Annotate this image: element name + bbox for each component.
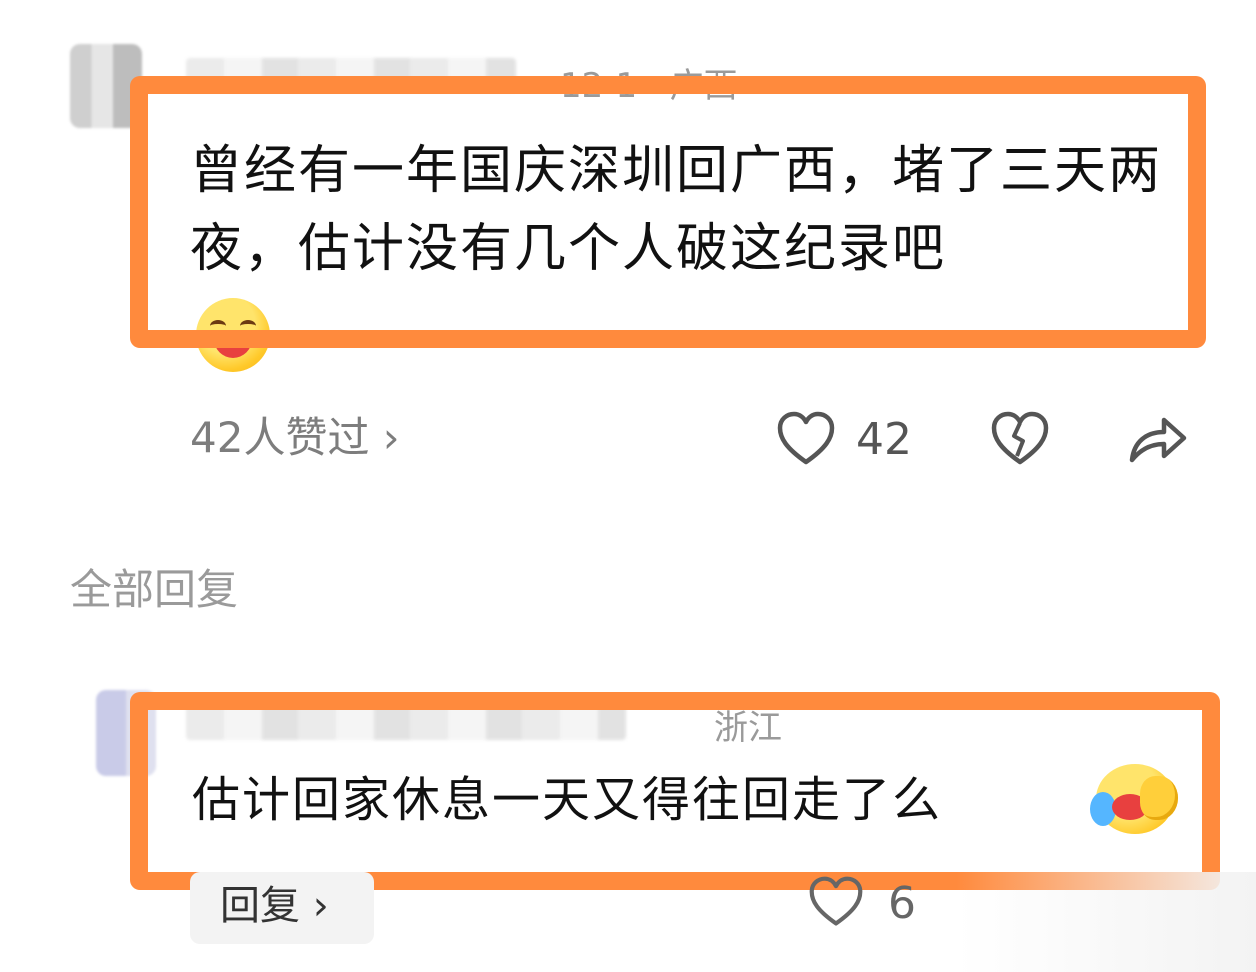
reply-text: 估计回家休息一天又得往回走了么 [192,772,943,828]
reply-button[interactable]: 回复 › [220,880,329,932]
replies-section-title: 全部回复 [70,565,239,614]
rofl-emoji-icon [1090,764,1178,834]
comment-meta: 12-1 · 广西 [560,66,738,106]
comment-like-count: 42 [856,414,912,465]
commenter-name[interactable] [186,58,516,92]
broken-heart-icon[interactable] [990,410,1050,468]
reply-heart-icon[interactable] [808,874,864,930]
reply-like-count: 6 [888,878,916,929]
comment-text: 曾经有一年国庆深圳回广西，堵了三天两夜，估计没有几个人破这纪录吧 [190,141,1163,279]
commenter-avatar[interactable] [70,44,142,128]
likers-link[interactable]: 42人赞过 › [190,410,400,466]
share-arrow-icon[interactable] [1126,410,1188,466]
bottom-right-fade [956,872,1256,972]
heart-icon[interactable] [776,410,836,468]
reply-meta: 浙江 [714,708,782,748]
reply-user-name[interactable] [186,698,626,740]
reply-avatar[interactable] [96,690,156,776]
laughing-emoji-icon [194,298,272,372]
